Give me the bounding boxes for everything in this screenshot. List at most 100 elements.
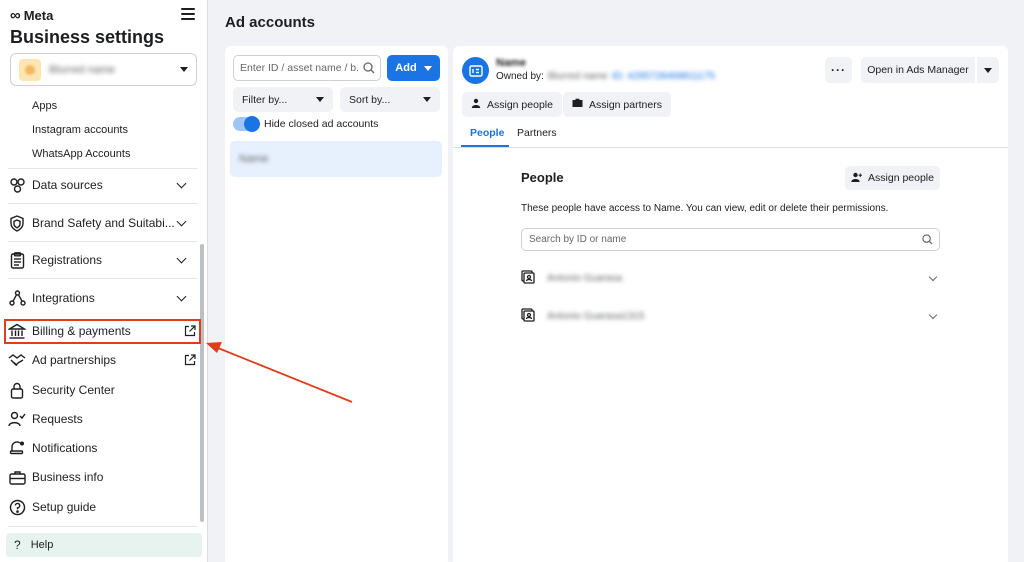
ad-account-icon bbox=[462, 57, 489, 84]
person-row[interactable]: Antonio Guarasa1315 bbox=[521, 304, 940, 328]
help-button[interactable]: ? Help bbox=[6, 533, 202, 557]
caret-down-icon bbox=[423, 97, 431, 102]
sidebar-scrollbar[interactable] bbox=[200, 244, 204, 522]
chevron-down-icon bbox=[176, 253, 187, 263]
chevron-down-icon bbox=[176, 216, 187, 226]
sort-dropdown[interactable]: Sort by... bbox=[340, 87, 440, 112]
sidebar-item-requests[interactable]: Requests bbox=[8, 406, 198, 432]
owned-by-line: Owned by: Blurred name ID: 4295728468811… bbox=[496, 71, 715, 82]
sidebar-item-security-center[interactable]: Security Center bbox=[8, 377, 198, 403]
meta-logo[interactable]: ∞ Meta bbox=[10, 8, 53, 23]
sidebar-item-setup-guide[interactable]: Setup guide bbox=[8, 494, 198, 520]
asset-search-input[interactable] bbox=[233, 55, 381, 81]
search-icon bbox=[363, 62, 375, 77]
filter-label: Filter by... bbox=[242, 93, 288, 106]
divider bbox=[8, 203, 198, 204]
chevron-down-icon bbox=[176, 291, 187, 301]
caret-down-icon bbox=[180, 67, 188, 72]
sidebar-item-notifications[interactable]: Notifications bbox=[8, 435, 198, 461]
help-label: Help bbox=[30, 539, 54, 551]
hide-closed-label: Hide closed ad accounts bbox=[264, 118, 379, 130]
sidebar-item-ad-partnerships[interactable]: Ad partnerships bbox=[8, 347, 198, 373]
sidebar-item-label: Security Center bbox=[32, 383, 115, 397]
assign-people-label: Assign people bbox=[868, 172, 934, 184]
sidebar-item-label: Integrations bbox=[32, 291, 95, 305]
page-title: Ad accounts bbox=[225, 14, 316, 31]
tab-people[interactable]: People bbox=[470, 127, 504, 139]
ad-account-detail-panel: Name Owned by: Blurred name ID: 42957284… bbox=[453, 46, 1008, 562]
divider bbox=[8, 241, 198, 242]
person-row[interactable]: Antonio Guarasa bbox=[521, 266, 940, 290]
sidebar-item-data-sources[interactable]: Data sources bbox=[8, 172, 198, 198]
sidebar: ∞ Meta Business settings Blurred name Ap… bbox=[0, 0, 208, 562]
add-button-label: Add bbox=[395, 62, 417, 74]
sidebar-subitem-whatsapp[interactable]: WhatsApp Accounts bbox=[32, 148, 130, 160]
help-icon: ? bbox=[14, 538, 21, 552]
bell-icon bbox=[8, 439, 26, 457]
owner-id-link[interactable]: ID: 4295728468811175 bbox=[612, 71, 715, 82]
menu-icon[interactable] bbox=[181, 8, 195, 20]
ad-account-title: Name bbox=[496, 57, 526, 69]
sidebar-item-label: Business info bbox=[32, 470, 104, 484]
highlight-box bbox=[4, 319, 201, 344]
shield-icon bbox=[8, 214, 26, 232]
sidebar-item-brand-safety[interactable]: Brand Safety and Suitabi... bbox=[8, 210, 198, 236]
assign-partners-button[interactable]: Assign partners bbox=[563, 92, 671, 117]
add-button[interactable]: Add bbox=[387, 55, 440, 81]
chevron-down-icon bbox=[176, 178, 187, 188]
tab-partners[interactable]: Partners bbox=[517, 127, 557, 139]
caret-down-icon bbox=[423, 65, 432, 71]
sidebar-item-label: Registrations bbox=[32, 253, 103, 267]
caret-down-icon bbox=[316, 97, 324, 102]
meta-infinity-icon: ∞ bbox=[10, 7, 21, 24]
ad-accounts-list-panel: Add Filter by... Sort by... Hide closed … bbox=[225, 46, 448, 562]
sidebar-item-business-info[interactable]: Business info bbox=[8, 464, 198, 490]
divider bbox=[8, 168, 198, 169]
data-sources-icon bbox=[8, 176, 26, 194]
integrations-icon bbox=[8, 289, 26, 307]
business-name: Blurred name bbox=[49, 63, 116, 76]
page-heading: Business settings bbox=[10, 27, 165, 47]
owner-name: Blurred name bbox=[547, 71, 608, 82]
people-section-title: People bbox=[521, 170, 564, 185]
sidebar-item-label: Ad partnerships bbox=[32, 353, 117, 367]
person-check-icon bbox=[8, 410, 26, 428]
more-options-button[interactable]: ··· bbox=[825, 57, 852, 83]
chevron-down-icon bbox=[928, 272, 938, 281]
sidebar-item-label: Data sources bbox=[32, 178, 103, 192]
hide-closed-toggle[interactable] bbox=[233, 116, 260, 132]
question-icon bbox=[8, 498, 26, 516]
ad-account-name: Name bbox=[239, 153, 269, 165]
sidebar-item-registrations[interactable]: Registrations bbox=[8, 247, 198, 273]
external-link-icon bbox=[184, 354, 196, 366]
assign-people-button-secondary[interactable]: Assign people bbox=[845, 166, 940, 190]
owned-by-label: Owned by: bbox=[496, 71, 544, 82]
business-selector[interactable]: Blurred name bbox=[10, 53, 197, 86]
sidebar-subitem-instagram[interactable]: Instagram accounts bbox=[32, 124, 128, 136]
divider bbox=[453, 147, 1008, 148]
assign-people-label: Assign people bbox=[487, 98, 553, 111]
id-card-icon bbox=[521, 269, 535, 287]
divider bbox=[8, 526, 198, 527]
assign-people-button[interactable]: Assign people bbox=[462, 92, 562, 117]
assign-partners-label: Assign partners bbox=[589, 98, 662, 111]
ad-account-list-item[interactable]: Name bbox=[230, 141, 442, 177]
briefcase-icon bbox=[8, 468, 26, 486]
clipboard-icon bbox=[8, 251, 26, 269]
sidebar-item-integrations[interactable]: Integrations bbox=[8, 285, 198, 311]
person-icon bbox=[471, 98, 481, 111]
sidebar-item-label: Setup guide bbox=[32, 500, 97, 514]
handshake-icon bbox=[8, 351, 26, 369]
filter-dropdown[interactable]: Filter by... bbox=[233, 87, 333, 112]
open-in-ads-manager-button[interactable]: Open in Ads Manager bbox=[861, 57, 975, 83]
ads-manager-dropdown-button[interactable] bbox=[977, 57, 999, 83]
business-avatar bbox=[19, 58, 41, 81]
people-search-input[interactable] bbox=[521, 228, 940, 251]
id-card-icon bbox=[521, 307, 535, 325]
sidebar-item-label: Notifications bbox=[32, 441, 98, 455]
person-name: Antonio Guarasa bbox=[547, 272, 623, 284]
sidebar-subitem-apps[interactable]: Apps bbox=[32, 100, 57, 112]
caret-down-icon bbox=[984, 67, 992, 73]
lock-icon bbox=[8, 381, 26, 399]
person-name: Antonio Guarasa1315 bbox=[547, 310, 645, 322]
